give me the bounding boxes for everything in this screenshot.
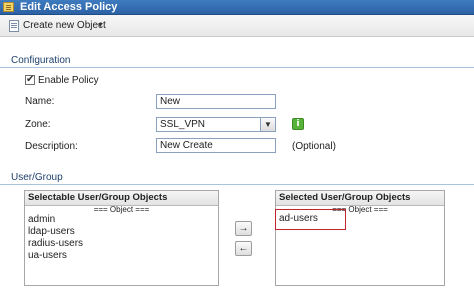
zone-select-value: SSL_VPN <box>160 119 206 130</box>
list-item[interactable]: ua-users <box>28 250 67 261</box>
new-object-icon[interactable] <box>9 20 19 32</box>
optional-hint: (Optional) <box>292 141 336 152</box>
configuration-header: Configuration <box>11 55 71 66</box>
list-item[interactable]: radius-users <box>28 238 83 249</box>
list-item[interactable]: ad-users <box>279 213 318 224</box>
configuration-divider <box>0 67 474 68</box>
arrow-left-icon[interactable]: ← <box>235 241 252 256</box>
chevron-down-icon[interactable]: ▼ <box>260 118 275 131</box>
selected-objects-title: Selected User/Group Objects <box>276 191 444 206</box>
chevron-down-icon[interactable]: ▼ <box>97 20 104 32</box>
description-label: Description: <box>25 141 78 152</box>
description-input[interactable]: New Create <box>156 138 276 153</box>
list-item[interactable]: admin <box>28 214 55 225</box>
enable-policy-checkbox[interactable]: ✔ <box>25 74 35 85</box>
window-title: Edit Access Policy <box>20 1 118 13</box>
zone-label: Zone: <box>25 119 51 130</box>
zone-select[interactable]: SSL_VPN ▼ <box>156 117 276 132</box>
create-new-object-button[interactable]: Create new Object <box>23 20 106 32</box>
name-label: Name: <box>25 96 55 107</box>
user-group-divider <box>0 184 474 185</box>
name-input[interactable]: New <box>156 94 276 109</box>
folder-icon <box>3 2 14 12</box>
user-group-header: User/Group <box>11 172 63 183</box>
info-icon[interactable]: i <box>292 118 304 130</box>
selectable-objects-title: Selectable User/Group Objects <box>25 191 218 206</box>
enable-policy-label: Enable Policy <box>38 75 99 86</box>
arrow-right-icon[interactable]: → <box>235 221 252 236</box>
list-item[interactable]: ldap-users <box>28 226 75 237</box>
